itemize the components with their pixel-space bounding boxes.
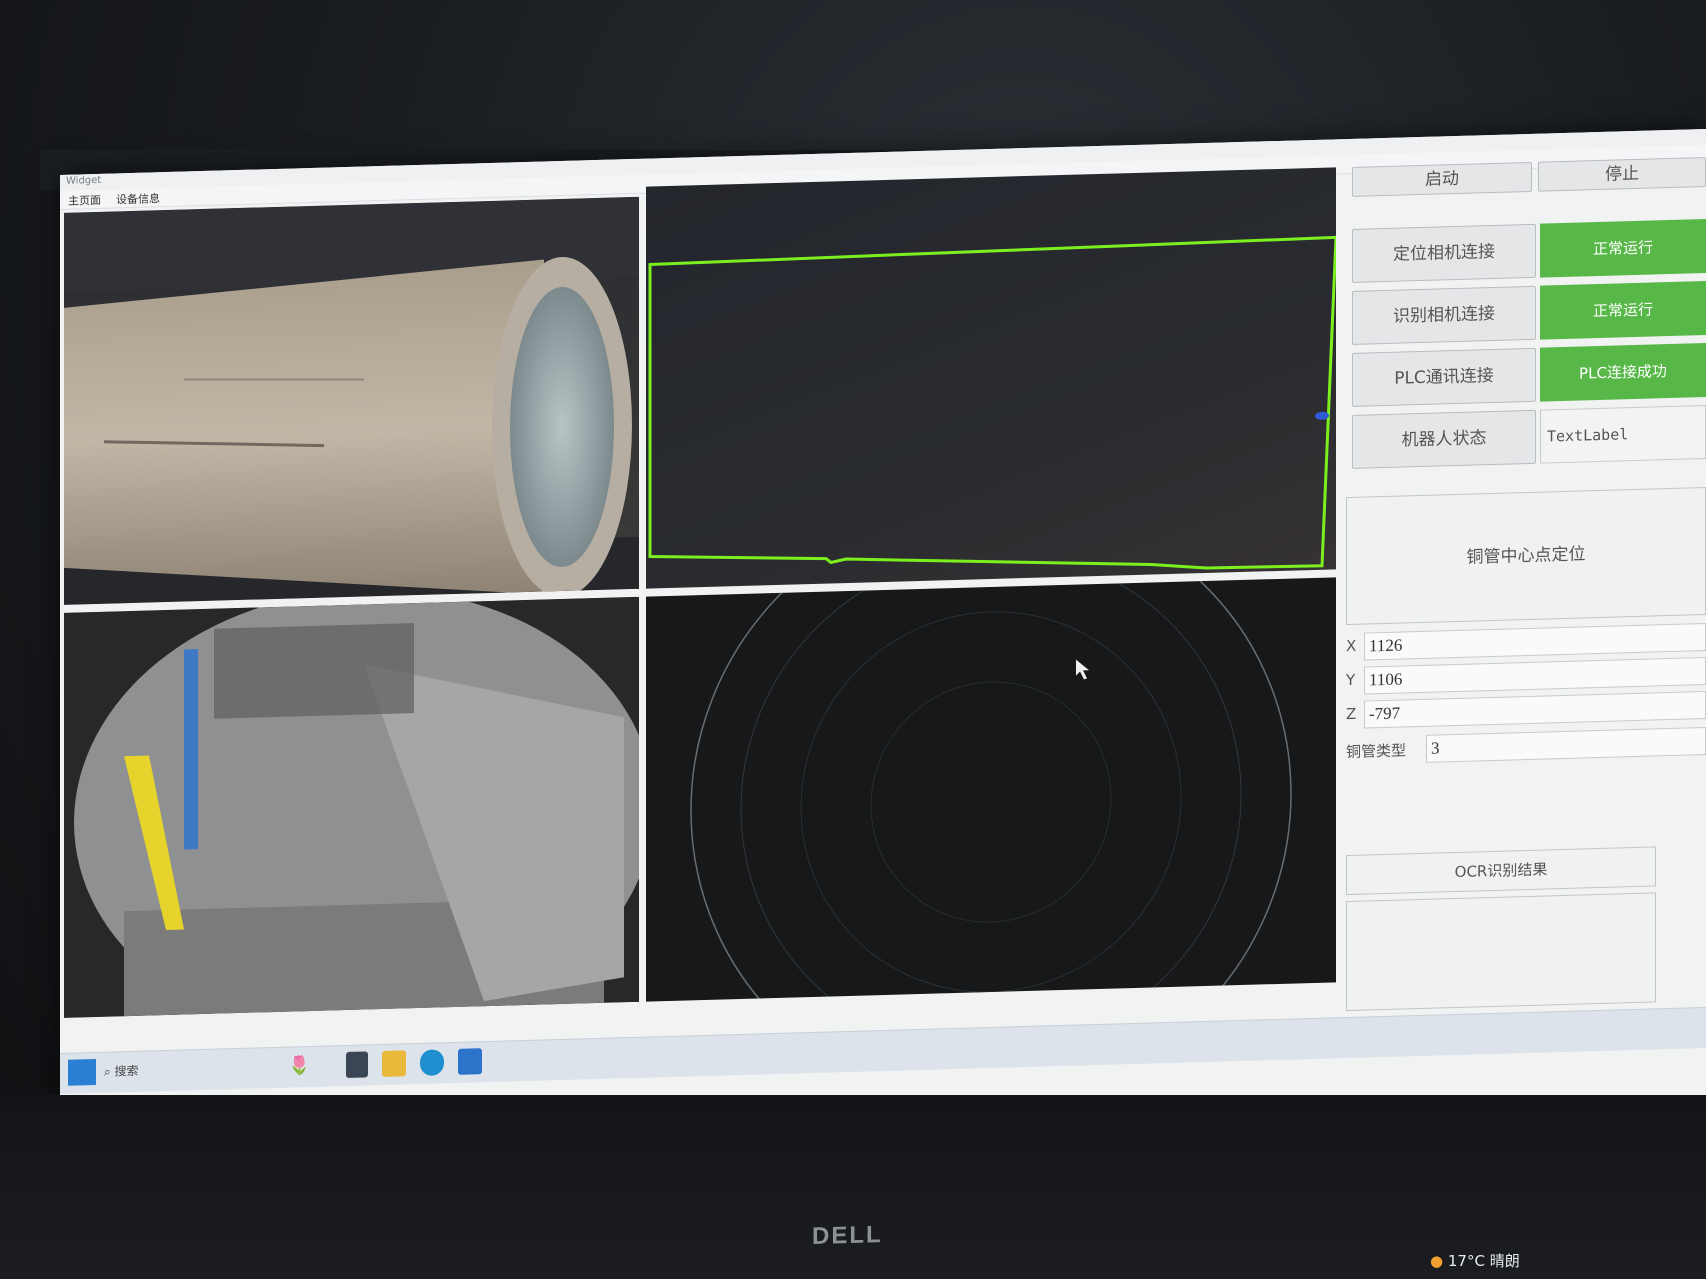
robot-status-value: TextLabel (1540, 405, 1706, 464)
menu-item-device-info[interactable]: 设备信息 (116, 190, 160, 207)
robot-status-label: 机器人状态 (1352, 409, 1536, 469)
mouse-cursor-icon (1076, 659, 1089, 680)
locate-camera-connect-button[interactable]: 定位相机连接 (1352, 223, 1536, 283)
detection-overlay (648, 235, 1336, 589)
z-label: Z (1346, 704, 1357, 724)
taskbar: ⌕ 搜索 🌷 (60, 1007, 1706, 1094)
tulip-widget-icon[interactable]: 🌷 (288, 1052, 334, 1079)
stop-button[interactable]: 停止 (1538, 157, 1706, 192)
start-menu-icon[interactable] (68, 1058, 96, 1086)
locate-camera-status: 正常运行 (1540, 219, 1706, 278)
search-icon: ⌕ (104, 1064, 115, 1079)
camera-view-edge (646, 577, 1336, 1002)
plc-status: PLC连接成功 (1540, 343, 1706, 402)
recognize-camera-status: 正常运行 (1540, 281, 1706, 340)
fisheye-image (64, 596, 639, 1018)
edge-browser-icon[interactable] (420, 1049, 444, 1076)
weather-desc: 晴朗 (1489, 1252, 1520, 1270)
camera-view-pipe (64, 196, 639, 605)
x-value-field[interactable]: 1126 (1364, 623, 1706, 661)
camera-view-detection (646, 167, 1336, 589)
pipe-type-field[interactable]: 3 (1426, 727, 1706, 763)
file-explorer-icon[interactable] (382, 1050, 406, 1078)
search-label: 搜索 (114, 1063, 139, 1079)
window-title: Widget (66, 174, 102, 187)
weather-icon: ● (1430, 1252, 1444, 1270)
pipe-image (64, 196, 639, 605)
recognize-camera-connect-button[interactable]: 识别相机连接 (1352, 285, 1536, 345)
pipe-center-locate-button[interactable]: 铜管中心点定位 (1346, 487, 1706, 626)
menu-item-home[interactable]: 主页面 (68, 192, 101, 209)
app-window-icon[interactable] (458, 1048, 482, 1075)
edge-image (690, 577, 1292, 1002)
control-panel: 启动 停止 定位相机连接 正常运行 识别相机连接 正常运行 PLC通讯连接 PL… (1342, 139, 1706, 1012)
monitor-screen: Widget 主页面 设备信息 启动 停止 定位相机连接 正常运行 识别相机连接… (60, 129, 1706, 1160)
y-label: Y (1346, 670, 1356, 690)
camera-view-fisheye (64, 596, 639, 1018)
ocr-result-button[interactable]: OCR识别结果 (1346, 846, 1656, 896)
task-view-icon[interactable] (346, 1051, 368, 1079)
ocr-result-box (1346, 892, 1656, 1012)
weather-temp: 17°C (1447, 1252, 1485, 1270)
start-button[interactable]: 启动 (1352, 161, 1532, 197)
y-value-field[interactable]: 1106 (1364, 657, 1706, 695)
x-label: X (1346, 636, 1357, 656)
dell-logo: DELL (812, 1221, 883, 1250)
taskbar-search[interactable]: ⌕ 搜索 (104, 1053, 304, 1085)
detection-contour (648, 235, 1336, 570)
plc-connect-button[interactable]: PLC通讯连接 (1352, 347, 1536, 407)
z-value-field[interactable]: -797 (1364, 691, 1706, 729)
pipe-type-label: 铜管类型 (1346, 741, 1407, 762)
weather-tray[interactable]: ● 17°C 晴朗 (1430, 1250, 1520, 1271)
